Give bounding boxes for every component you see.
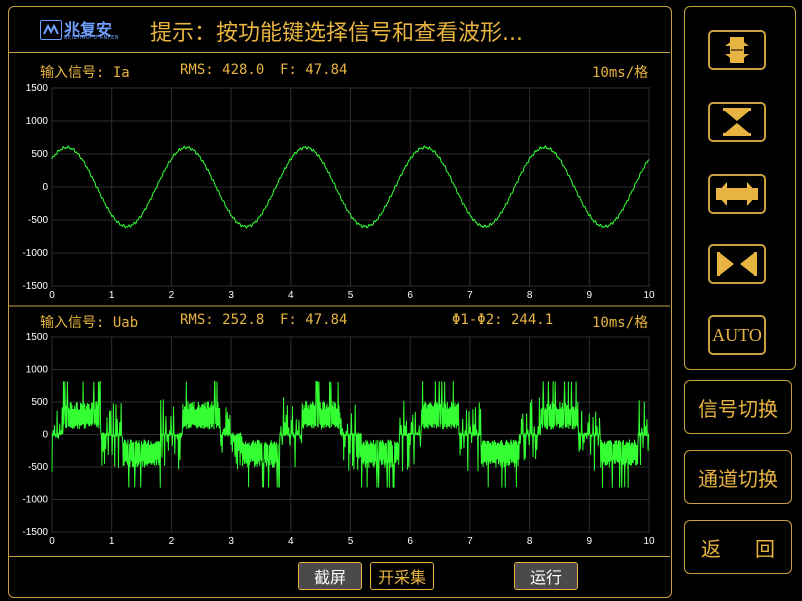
y-tick-label: -1000 [22,495,48,506]
x-tick-label: 1 [109,290,115,301]
x-tick-label: 2 [169,536,175,547]
start-acquire-button[interactable]: 开采集 [370,562,434,590]
y-tick-label: -500 [28,215,48,226]
channel-switch-button[interactable]: 通道切换 [684,450,792,504]
screenshot-button[interactable]: 截屏 [298,562,362,590]
x-tick-label: 6 [407,290,413,301]
x-tick-label: 7 [467,536,473,547]
y-tick-label: 1500 [26,83,49,94]
horizontal-shrink-button[interactable] [708,244,766,284]
x-tick-label: 0 [49,290,55,301]
back-label-a: 返 [701,536,721,561]
x-tick-label: 8 [527,290,533,301]
bottom-divider [8,556,670,557]
vertical-expand-icon [725,37,749,63]
x-tick-label: 3 [228,290,234,301]
run-button[interactable]: 运行 [514,562,578,590]
back-button[interactable]: 返 回 [684,520,792,574]
horizontal-shrink-icon [717,252,757,276]
y-tick-label: 500 [31,149,48,160]
x-tick-label: 2 [169,290,175,301]
y-tick-label: -1500 [22,281,48,292]
horizontal-expand-icon [716,182,758,206]
x-tick-label: 10 [643,536,655,547]
vertical-expand-button[interactable] [708,30,766,70]
x-tick-label: 0 [49,536,55,547]
x-tick-label: 10 [643,290,655,301]
x-tick-label: 3 [228,536,234,547]
x-tick-label: 6 [407,536,413,547]
y-tick-label: -1000 [22,248,48,259]
auto-scale-button[interactable]: AUTO [708,315,766,355]
x-tick-label: 9 [587,290,593,301]
y-tick-label: 1500 [26,332,49,343]
y-tick-label: -500 [28,462,48,473]
y-tick-label: 500 [31,397,48,408]
vertical-shrink-icon [723,108,751,136]
y-tick-label: 1000 [26,365,49,376]
x-tick-label: 5 [348,536,354,547]
x-tick-label: 9 [587,536,593,547]
x-tick-label: 1 [109,536,115,547]
x-tick-label: 7 [467,290,473,301]
x-tick-label: 5 [348,290,354,301]
horizontal-expand-button[interactable] [708,174,766,214]
vertical-shrink-button[interactable] [708,102,766,142]
signal-switch-button[interactable]: 信号切换 [684,380,792,434]
waveform-chart-ia: 150010005000-500-1000-15000 1 2 3 4 5 6 7 8 9 1015… [8,83,670,547]
x-tick-label: 8 [527,536,533,547]
back-label-b: 回 [755,536,775,561]
x-tick-label: 4 [288,536,294,547]
x-tick-label: 4 [288,290,294,301]
y-tick-label: -1500 [22,527,48,538]
y-tick-label: 1000 [26,116,49,127]
y-tick-label: 0 [42,430,48,441]
y-tick-label: 0 [42,182,48,193]
